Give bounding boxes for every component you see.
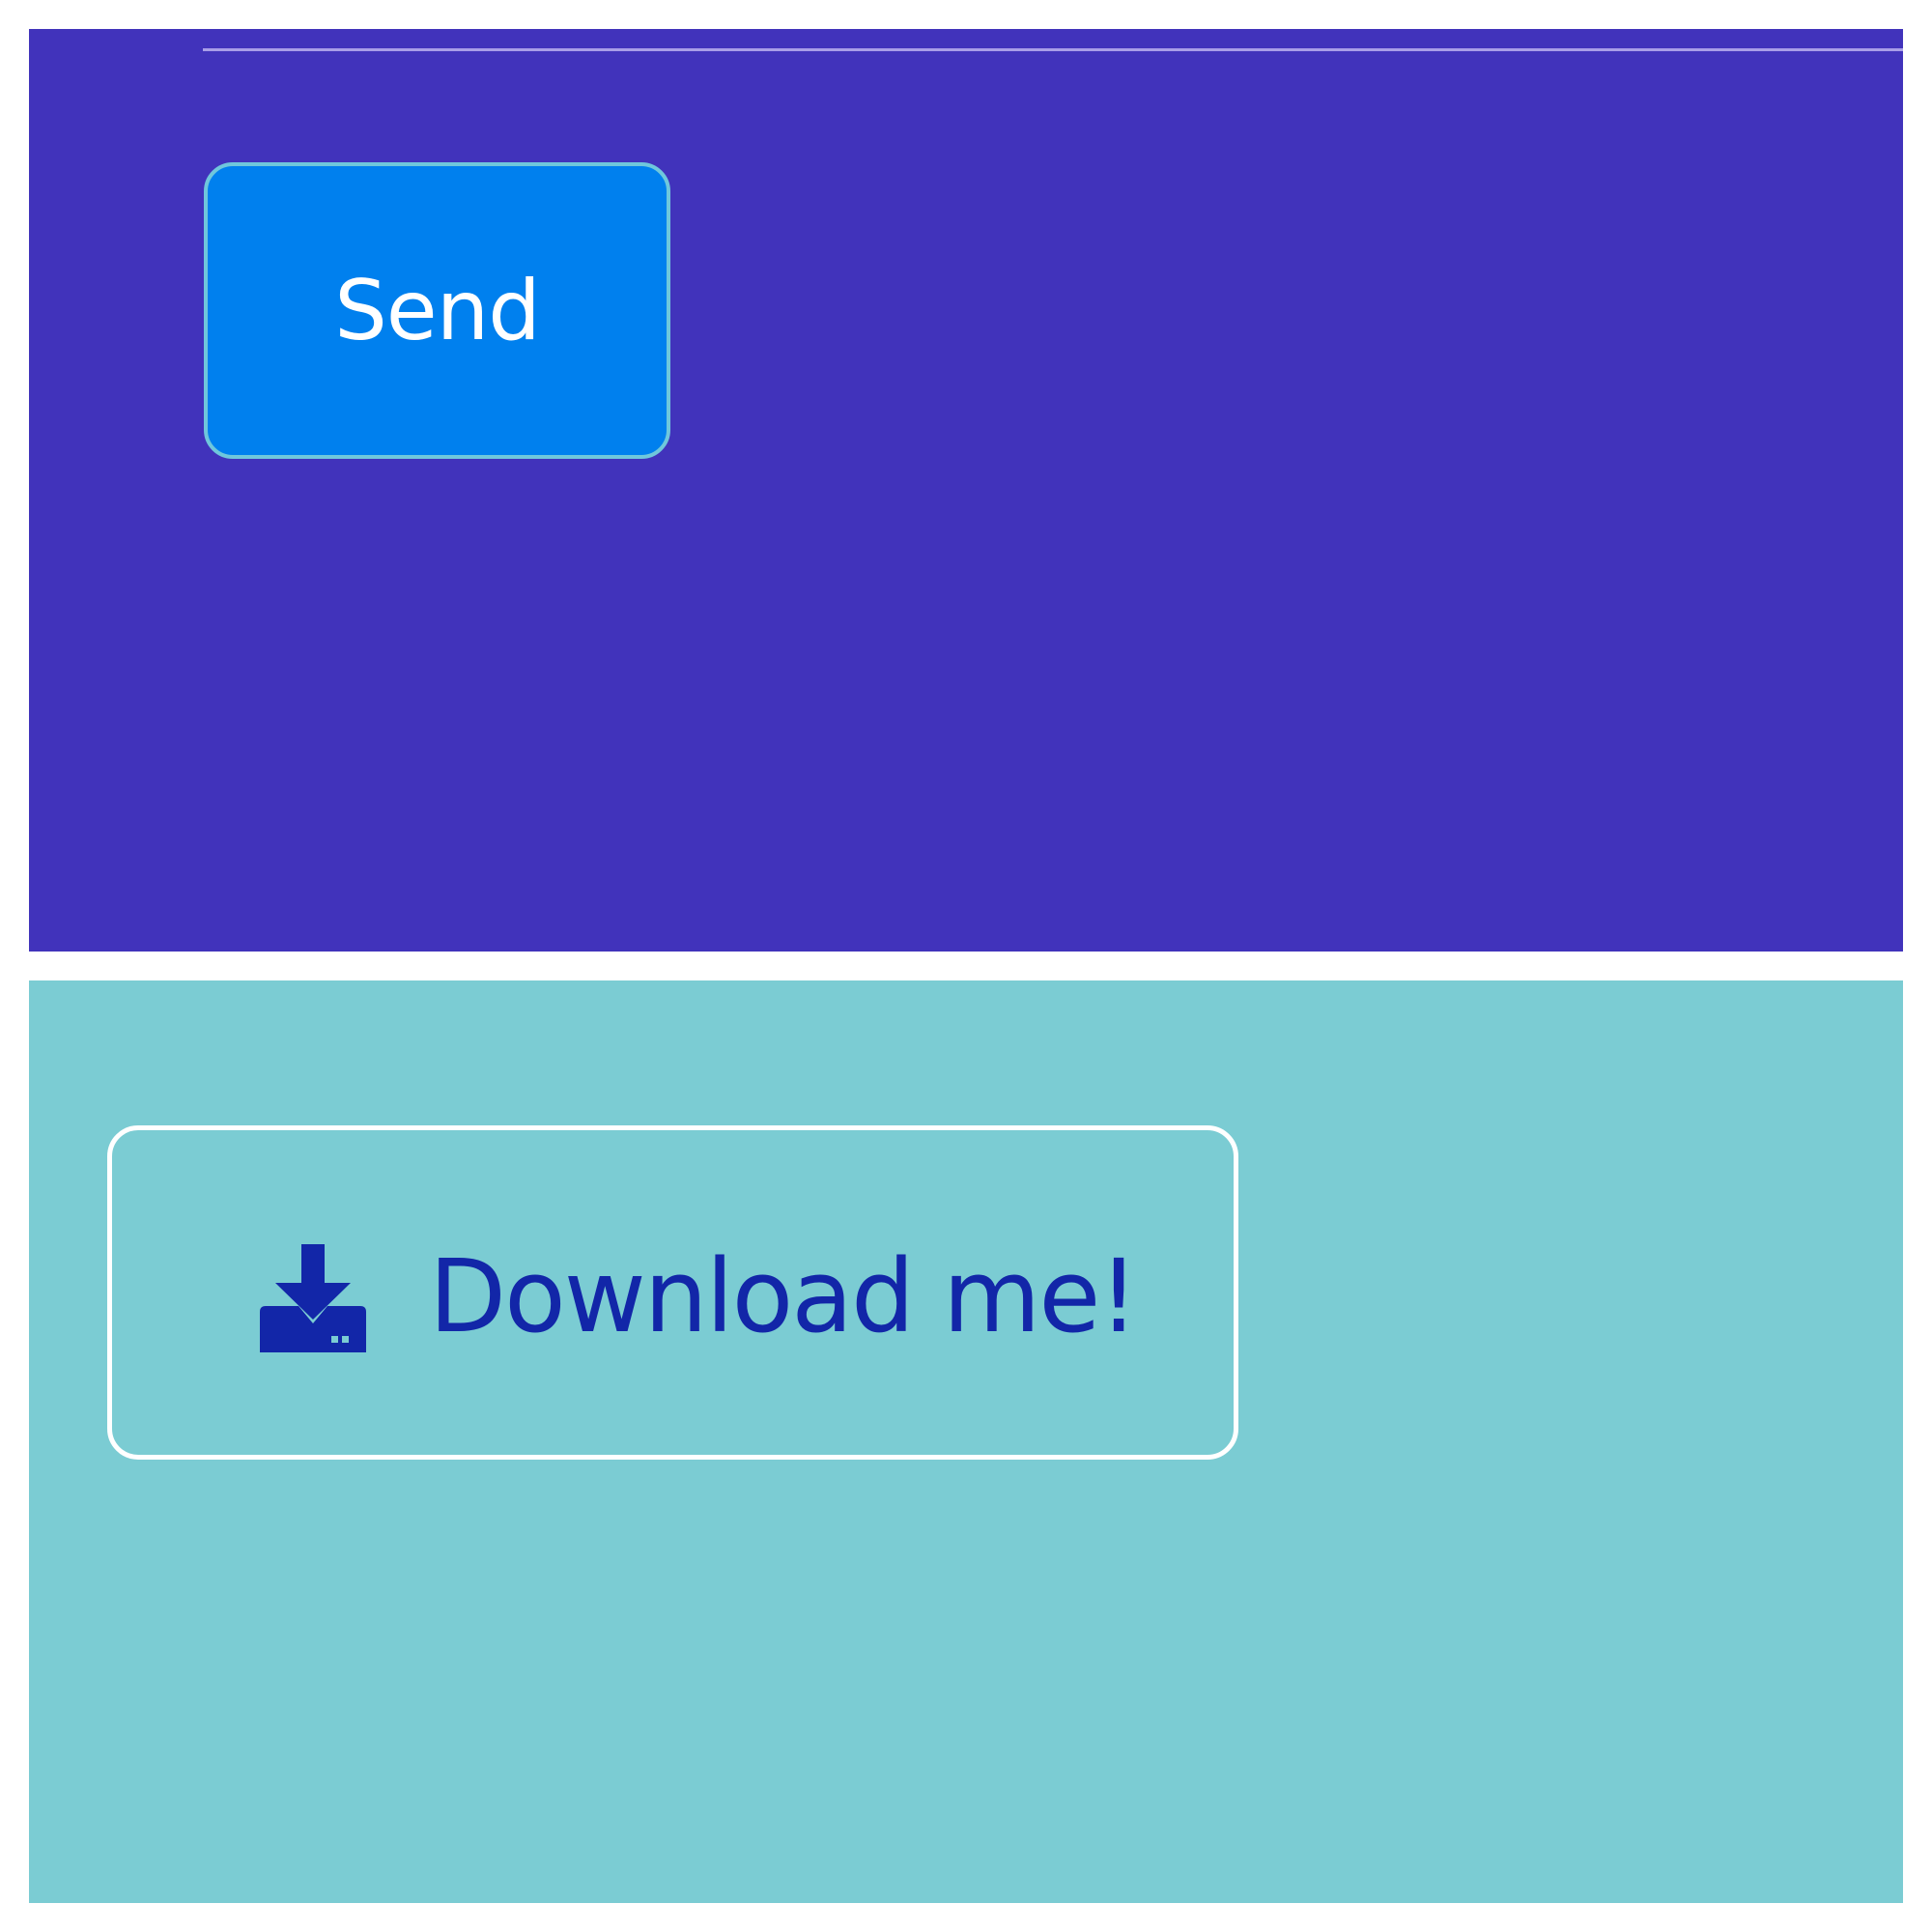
top-divider-line: [203, 48, 1903, 51]
send-button[interactable]: Send: [204, 162, 670, 459]
page: Send Download me!: [0, 0, 1932, 1932]
download-tray-dot-right: [342, 1336, 349, 1343]
download-tray-dot-left: [331, 1336, 338, 1343]
download-icon: [260, 1244, 366, 1352]
send-panel: Send: [29, 29, 1903, 952]
download-arrow-shaft: [301, 1244, 325, 1287]
download-button-label: Download me!: [429, 1237, 1139, 1355]
download-button[interactable]: Download me!: [107, 1125, 1238, 1460]
download-panel: Download me!: [29, 980, 1903, 1903]
send-button-label: Send: [334, 262, 541, 359]
